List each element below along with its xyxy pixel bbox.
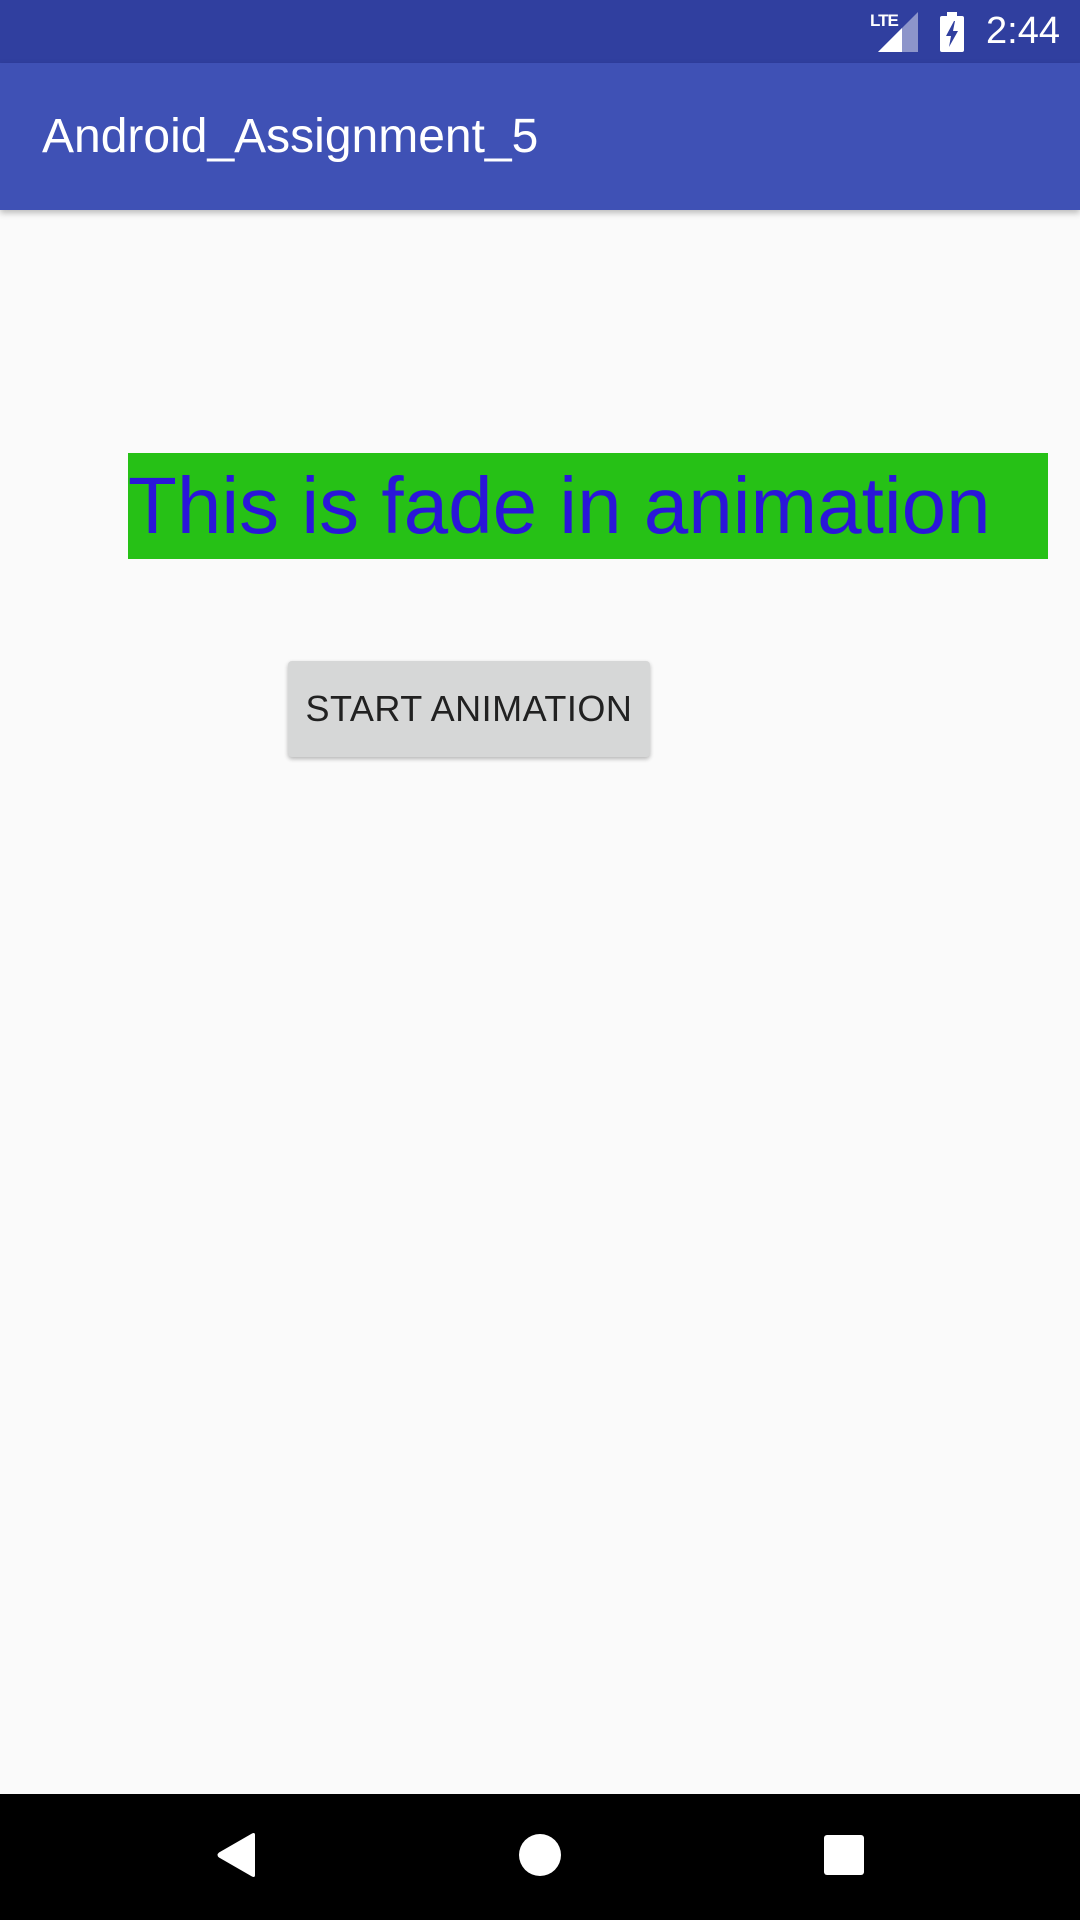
home-icon xyxy=(518,1833,562,1882)
recents-icon xyxy=(824,1834,864,1880)
status-clock: 2:44 xyxy=(986,10,1060,52)
battery-charging-icon xyxy=(940,11,965,52)
fade-in-text: This is fade in animation xyxy=(128,453,1048,559)
app-title: Android_Assignment_5 xyxy=(42,110,539,163)
back-button[interactable] xyxy=(166,1794,306,1920)
lte-signal-icon: LTE xyxy=(870,11,919,52)
back-icon xyxy=(215,1832,257,1883)
recents-button[interactable] xyxy=(774,1794,914,1920)
app-bar: Android_Assignment_5 xyxy=(0,63,1080,210)
navigation-bar xyxy=(0,1794,1080,1920)
screen: LTE 2:44 Android_Assignment_5 This is fa… xyxy=(0,0,1080,1920)
status-icons: LTE 2:44 xyxy=(870,0,1060,63)
status-bar: LTE 2:44 xyxy=(0,0,1080,63)
home-button[interactable] xyxy=(470,1794,610,1920)
start-animation-button[interactable]: START ANIMATION xyxy=(288,661,650,757)
